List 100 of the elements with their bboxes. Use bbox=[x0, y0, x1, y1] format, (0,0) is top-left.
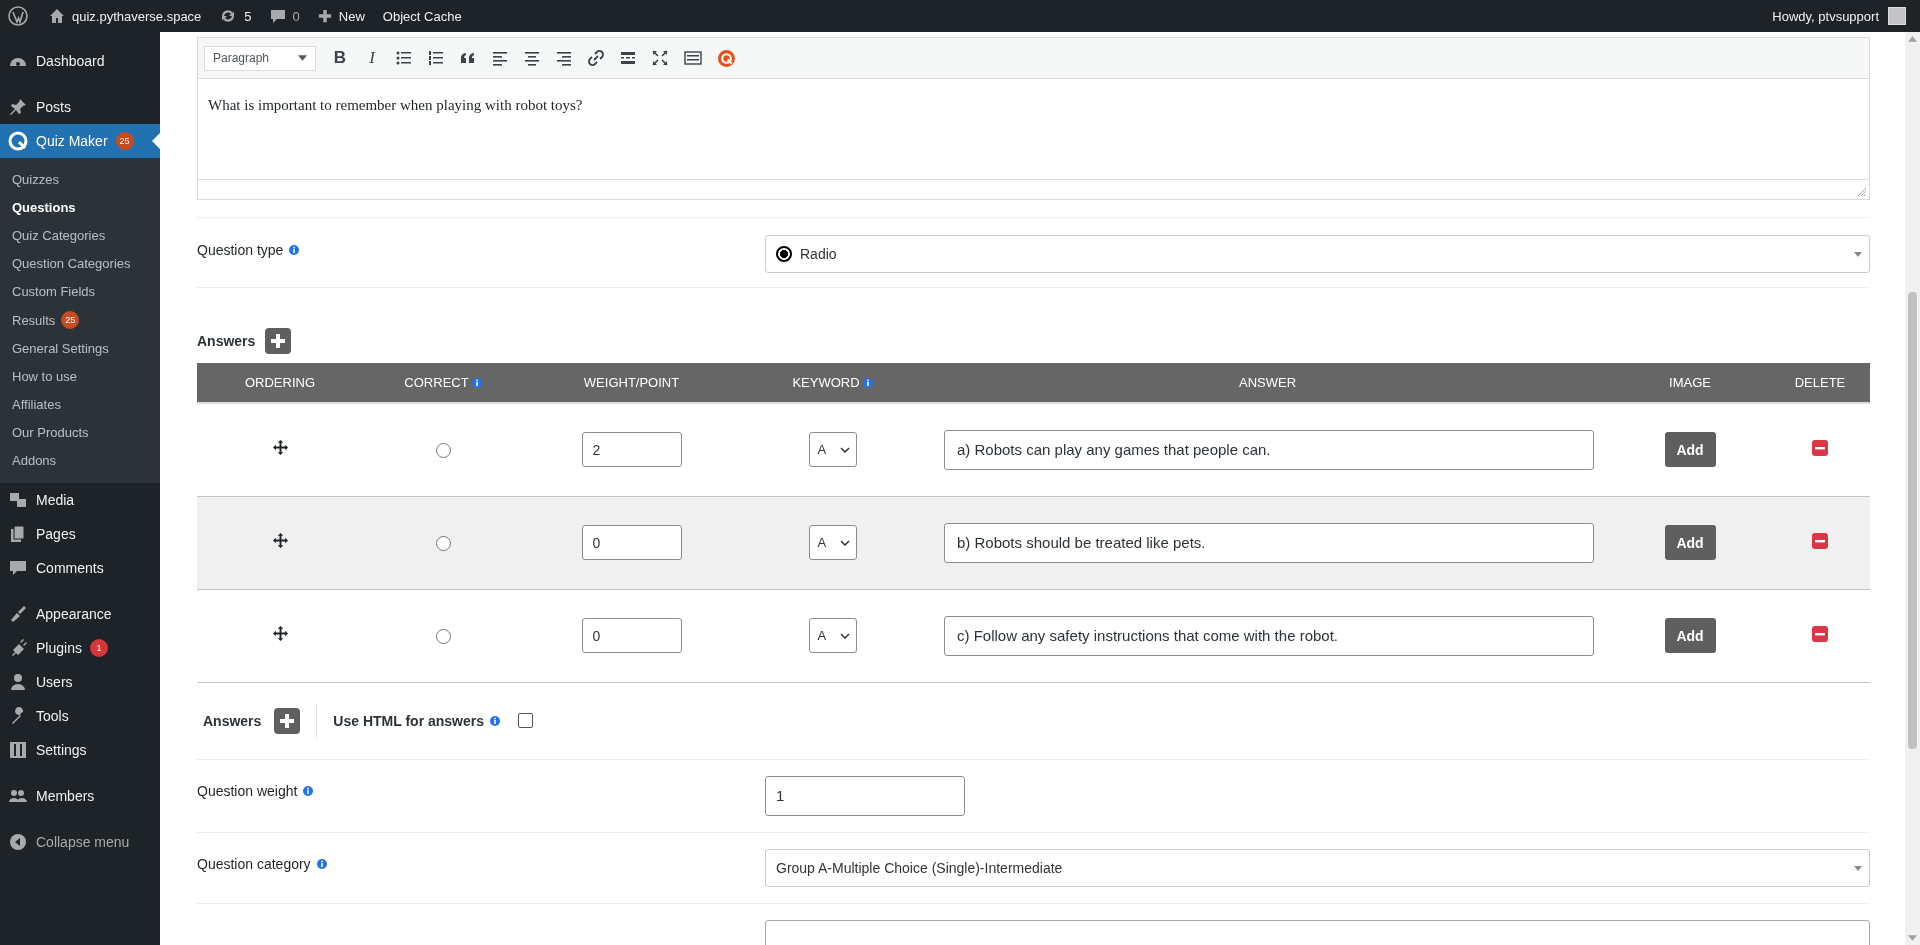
section-title: Answers bbox=[203, 712, 262, 729]
menu-item[interactable]: Settings bbox=[0, 733, 160, 768]
submenu-item[interactable]: Questions bbox=[0, 193, 160, 222]
numbered-list-icon[interactable] bbox=[428, 50, 444, 66]
count-badge: 25 bbox=[115, 132, 134, 150]
correct-radio[interactable] bbox=[435, 628, 451, 644]
drag-handle-icon[interactable] bbox=[272, 626, 288, 641]
weight-field[interactable]: 0 bbox=[581, 525, 682, 560]
plus-icon bbox=[317, 9, 332, 23]
add-image-button[interactable]: Add bbox=[1664, 618, 1716, 653]
column-header: DELETE bbox=[1794, 375, 1846, 390]
caret-icon bbox=[1854, 865, 1862, 871]
question-category-select[interactable]: Group A-Multiple Choice (Single)-Intermediate bbox=[765, 848, 1870, 887]
column-header: ANSWER bbox=[1238, 375, 1297, 390]
format-dropdown[interactable]: Paragraph bbox=[204, 45, 316, 71]
column-header: IMAGE bbox=[1669, 375, 1711, 390]
align-center-icon[interactable] bbox=[524, 50, 540, 66]
keyword-select[interactable]: A bbox=[808, 525, 857, 560]
fullscreen-icon[interactable] bbox=[652, 50, 668, 66]
align-right-icon[interactable] bbox=[556, 50, 572, 66]
menu-item[interactable]: Members bbox=[0, 779, 160, 814]
question-text[interactable]: What is important to remember when playing with robot toys? bbox=[208, 97, 1859, 114]
answer-field[interactable]: c) Follow any safety instructions that come with the robot. bbox=[944, 615, 1594, 656]
menu-item[interactable]: Comments bbox=[0, 551, 160, 586]
menu-label: Settings bbox=[36, 742, 87, 759]
keyword-select[interactable]: A bbox=[808, 618, 857, 653]
question-weight-field[interactable]: 1 bbox=[765, 775, 965, 816]
field-label: Question type bbox=[197, 235, 765, 258]
info-icon bbox=[289, 245, 300, 255]
object-cache-link[interactable]: Object Cache bbox=[373, 8, 471, 24]
submenu-item[interactable]: Addons bbox=[0, 446, 160, 476]
bullet-list-icon[interactable] bbox=[396, 50, 412, 66]
submenu-item[interactable]: Quiz Categories bbox=[0, 221, 160, 250]
plus-icon bbox=[270, 333, 287, 349]
sliders-icon bbox=[8, 740, 28, 761]
delete-icon[interactable] bbox=[1812, 625, 1828, 642]
menu-label: Appearance bbox=[36, 606, 112, 623]
quote-icon[interactable] bbox=[460, 50, 476, 66]
submenu-item[interactable]: How to use bbox=[0, 362, 160, 391]
submenu-item[interactable]: Results 25 bbox=[0, 305, 160, 335]
chevron-icon bbox=[839, 446, 850, 453]
add-answer-button[interactable] bbox=[274, 707, 301, 734]
new-link[interactable]: New bbox=[308, 8, 374, 24]
add-answer-button[interactable] bbox=[265, 328, 292, 354]
caret-icon bbox=[298, 55, 307, 61]
collapse-menu-button[interactable]: Collapse menu bbox=[0, 825, 160, 860]
chevron-icon bbox=[839, 539, 850, 546]
chevron-icon bbox=[839, 632, 850, 639]
delete-icon[interactable] bbox=[1812, 439, 1828, 456]
weight-field[interactable]: 0 bbox=[581, 618, 682, 653]
submenu-item[interactable]: General Settings bbox=[0, 334, 160, 363]
submenu-item[interactable]: Quizzes bbox=[0, 165, 160, 194]
menu-item[interactable]: Appearance bbox=[0, 597, 160, 632]
count-badge: 25 bbox=[61, 311, 80, 330]
scrollbar-thumb[interactable] bbox=[1908, 292, 1917, 749]
add-image-button[interactable]: Add bbox=[1664, 525, 1716, 560]
menu-label: Pages bbox=[36, 526, 76, 543]
submenu-item[interactable]: Affiliates bbox=[0, 390, 160, 419]
drag-handle-icon[interactable] bbox=[272, 440, 288, 456]
comments-link[interactable]: 0 bbox=[260, 8, 309, 24]
info-icon bbox=[862, 377, 873, 388]
add-image-button[interactable]: Add bbox=[1664, 432, 1716, 468]
italic-button[interactable]: I bbox=[364, 48, 380, 68]
bold-button[interactable]: B bbox=[332, 48, 348, 68]
menu-item[interactable]: Media bbox=[0, 483, 160, 518]
drag-handle-icon[interactable] bbox=[272, 533, 288, 548]
section-title: Answers bbox=[197, 333, 256, 349]
question-type-select[interactable]: Radio bbox=[765, 235, 1870, 273]
quiz-logo-icon[interactable] bbox=[718, 49, 735, 67]
align-left-icon[interactable] bbox=[492, 50, 508, 66]
wordpress-logo-icon[interactable] bbox=[8, 6, 28, 26]
updates-link[interactable]: 5 bbox=[210, 8, 261, 24]
correct-radio[interactable] bbox=[435, 535, 451, 551]
menu-item[interactable]: Posts bbox=[0, 90, 160, 124]
menu-item[interactable]: Plugins 1 bbox=[0, 631, 160, 666]
read-more-icon[interactable] bbox=[620, 50, 636, 66]
answer-field[interactable]: a) Robots can play any games that people can. bbox=[944, 429, 1594, 470]
account-link[interactable]: Howdy, ptvsupport bbox=[1763, 8, 1888, 24]
correct-radio[interactable] bbox=[435, 443, 451, 458]
submenu-item[interactable]: Question Categories bbox=[0, 249, 160, 278]
menu-item[interactable]: Tools bbox=[0, 699, 160, 734]
delete-icon[interactable] bbox=[1812, 532, 1828, 549]
keyboard-icon[interactable] bbox=[684, 50, 702, 66]
html-answers-checkbox[interactable] bbox=[518, 713, 534, 728]
menu-item[interactable]: Pages bbox=[0, 517, 160, 552]
menu-item[interactable]: Dashboard bbox=[0, 44, 160, 78]
menu-label: Users bbox=[36, 674, 73, 691]
menu-item[interactable]: Quiz Maker 25 bbox=[0, 124, 160, 158]
answer-field[interactable]: b) Robots should be treated like pets. bbox=[944, 522, 1594, 563]
user-icon bbox=[8, 672, 28, 693]
info-icon bbox=[490, 715, 501, 726]
menu-item[interactable]: Users bbox=[0, 665, 160, 700]
quiz-logo-icon bbox=[8, 131, 28, 151]
weight-field[interactable]: 2 bbox=[581, 432, 682, 468]
keyword-select[interactable]: A bbox=[808, 432, 857, 468]
site-link[interactable]: quiz.pythaverse.space bbox=[40, 8, 211, 24]
resize-handle-icon[interactable] bbox=[1858, 188, 1866, 196]
submenu-item[interactable]: Custom Fields bbox=[0, 277, 160, 306]
link-icon[interactable] bbox=[588, 50, 604, 66]
submenu-item[interactable]: Our Products bbox=[0, 418, 160, 447]
